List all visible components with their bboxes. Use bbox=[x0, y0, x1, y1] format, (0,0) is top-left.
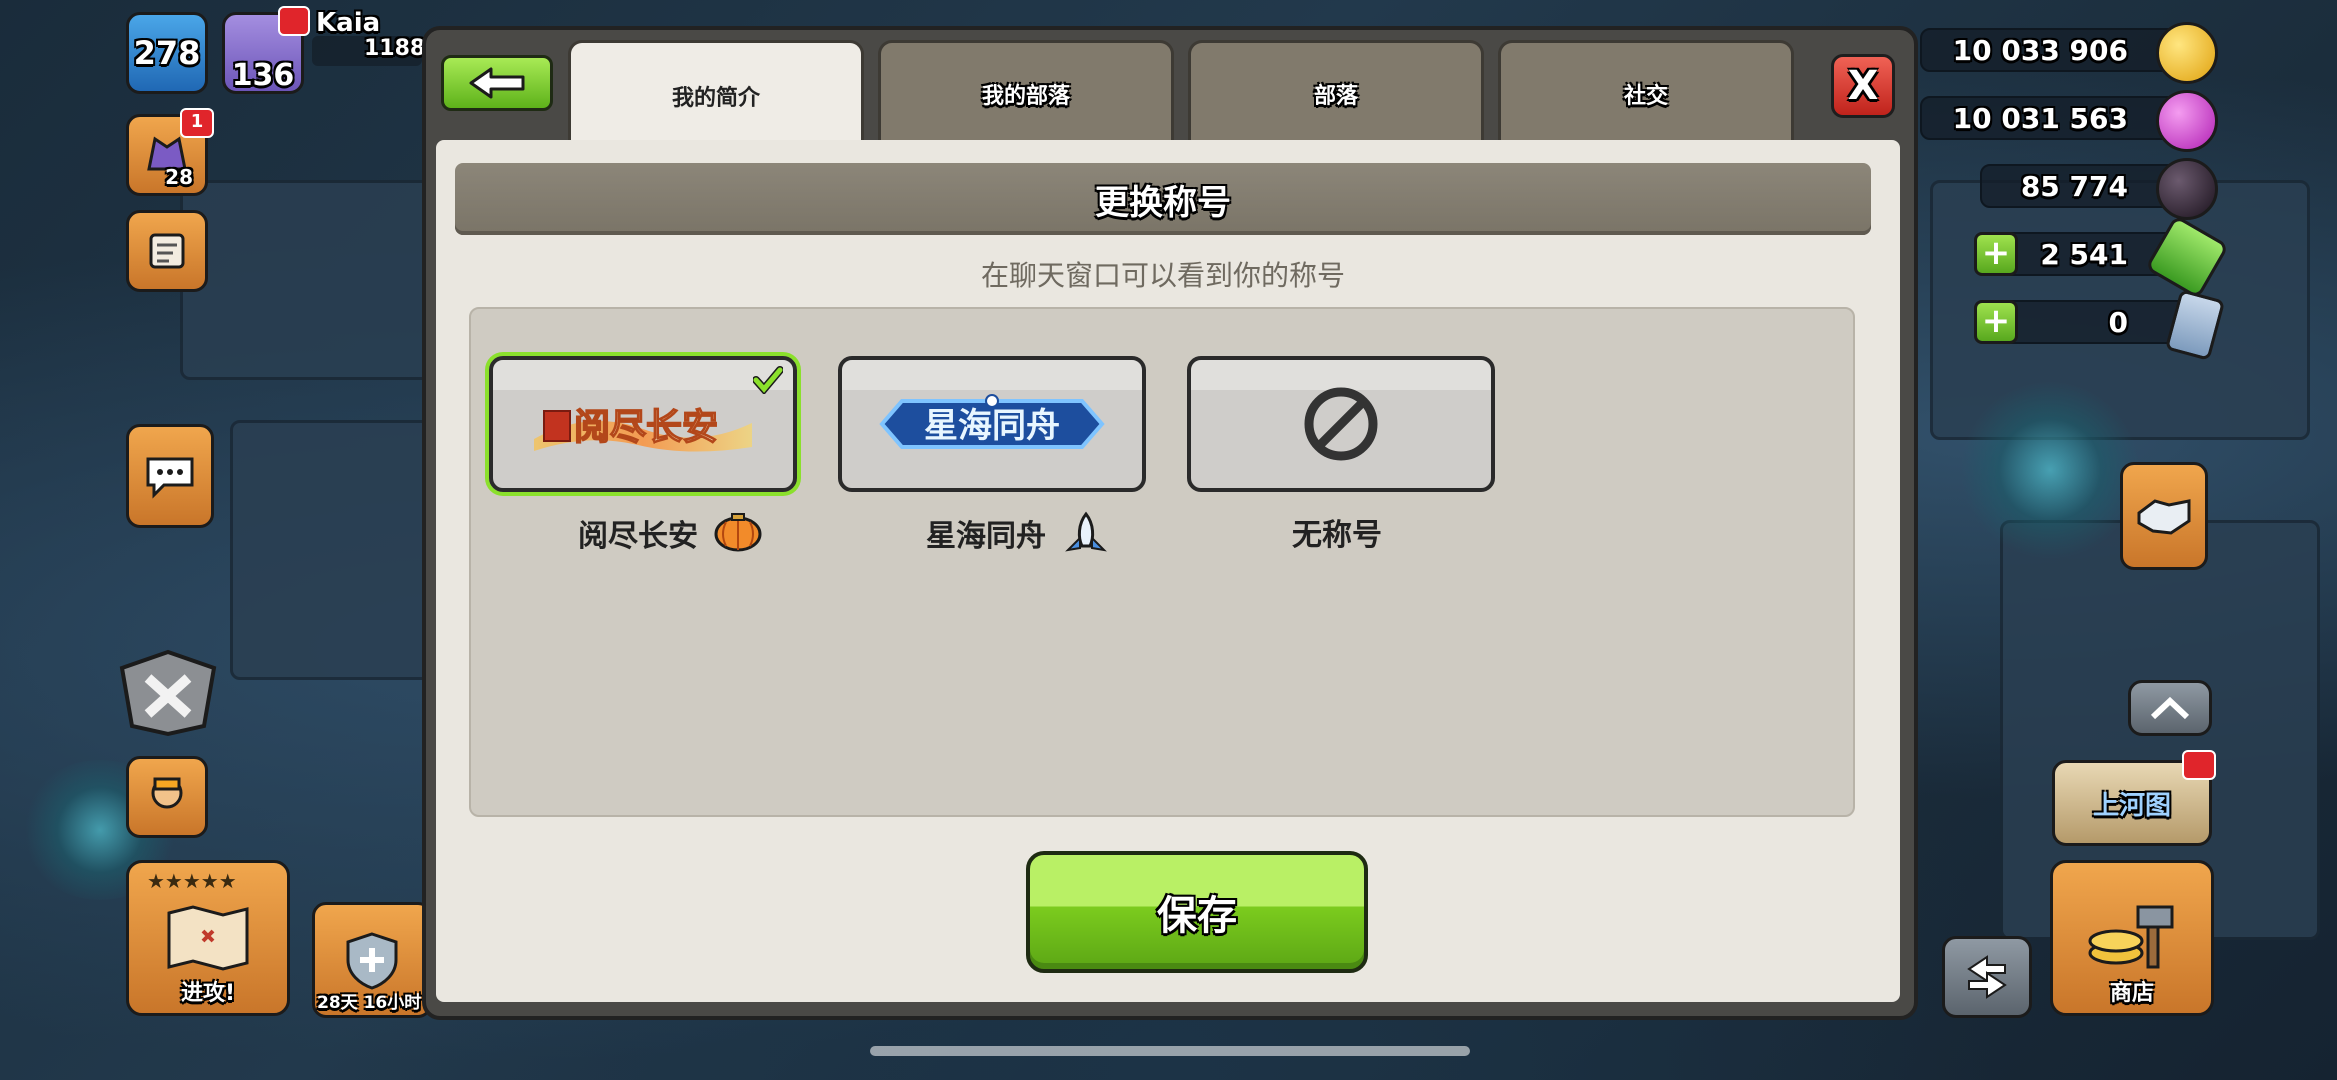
back-button[interactable] bbox=[441, 55, 553, 111]
title-label-xinghai-tongzhou: 星海同舟 bbox=[926, 510, 1112, 556]
builder-icon bbox=[151, 777, 183, 809]
save-label: 保存 bbox=[1157, 893, 1237, 939]
banner-text: 阅尽长安 bbox=[574, 406, 718, 448]
add-tickets-button[interactable]: + bbox=[1974, 300, 2018, 344]
arrow-left-icon bbox=[469, 67, 525, 99]
shield-timer: 28天 16小时 bbox=[317, 993, 422, 1013]
dark-elixir-bar: 85 774 bbox=[1980, 158, 2218, 220]
switch-village-button[interactable] bbox=[1942, 936, 2032, 1018]
elixir-amount: 10 031 563 bbox=[1952, 102, 2128, 135]
expand-arrow-button[interactable] bbox=[2128, 680, 2212, 736]
shop-label: 商店 bbox=[2109, 981, 2154, 1006]
quest-log-button[interactable] bbox=[126, 210, 208, 292]
section-subtitle: 在聊天窗口可以看到你的称号 bbox=[980, 259, 1345, 292]
notification-count: 1 bbox=[190, 111, 204, 132]
title-label-none: 无称号 bbox=[1292, 510, 1382, 554]
player-name: Kaia bbox=[316, 8, 381, 38]
title-name: 无称号 bbox=[1292, 518, 1382, 553]
background-glow bbox=[1960, 380, 2140, 560]
add-gems-button[interactable]: + bbox=[1974, 232, 2018, 276]
shield-button[interactable]: 28天 16小时 bbox=[312, 902, 432, 1018]
player-level-badge[interactable]: 278 bbox=[126, 12, 208, 94]
tab-my-profile[interactable]: 我的简介 bbox=[568, 40, 864, 148]
gold-amount: 10 033 906 bbox=[1952, 34, 2128, 67]
gems-amount: 2 541 bbox=[2040, 238, 2128, 271]
attack-label: 进攻! bbox=[180, 981, 236, 1006]
chat-button[interactable] bbox=[126, 424, 214, 528]
builder-button[interactable] bbox=[126, 756, 208, 838]
background-structure bbox=[180, 180, 440, 380]
dark-elixir-drop-icon bbox=[2156, 158, 2218, 220]
tickets-bar: + 0 bbox=[1974, 289, 2226, 361]
tickets-amount: 0 bbox=[2108, 306, 2128, 339]
player-score: 1188 bbox=[364, 36, 426, 61]
close-icon: X bbox=[1847, 63, 1879, 109]
title-banner-xinghai-tongzhou: 星海同舟 bbox=[879, 394, 1105, 449]
scroll-icon bbox=[149, 233, 185, 269]
dark-elixir-amount: 85 774 bbox=[2020, 170, 2128, 203]
tab-label: 我的部落 bbox=[981, 83, 1070, 109]
home-indicator[interactable] bbox=[870, 1046, 1470, 1056]
title-label-yuejin-changan: 阅尽长安 bbox=[578, 510, 764, 556]
section-title: 更换称号 bbox=[1095, 182, 1231, 223]
title-card-none[interactable] bbox=[1187, 356, 1495, 492]
tab-label: 我的简介 bbox=[671, 85, 760, 111]
tab-clans[interactable]: 部落 bbox=[1188, 40, 1484, 144]
crossed-swords-icon bbox=[119, 649, 217, 737]
gems-bar: + 2 541 bbox=[1974, 214, 2230, 300]
swap-arrows-icon bbox=[1967, 955, 2007, 999]
close-button[interactable]: X bbox=[1831, 54, 1895, 118]
title-banner-yuejin-changan: 阅尽长安 bbox=[534, 405, 752, 452]
notification-badge bbox=[2182, 750, 2216, 780]
elixir-drop-icon bbox=[2156, 90, 2218, 152]
shield-icon bbox=[346, 932, 398, 990]
save-button[interactable]: 保存 bbox=[1026, 851, 1368, 973]
handshake-icon bbox=[2137, 499, 2191, 535]
notification-badge bbox=[278, 6, 310, 36]
battle-log-button[interactable] bbox=[112, 648, 224, 738]
map-icon bbox=[167, 905, 249, 971]
shop-button[interactable]: 商店 bbox=[2050, 860, 2214, 1016]
event-label: 上河图 bbox=[2092, 790, 2171, 821]
chevron-up-icon bbox=[2150, 696, 2190, 720]
gold-coin-icon bbox=[2156, 22, 2218, 84]
attack-button[interactable]: ★★★★★ 进攻! bbox=[126, 860, 290, 1016]
title-card-yuejin-changan[interactable]: 阅尽长安 bbox=[489, 356, 797, 492]
chat-bubble-icon bbox=[146, 457, 194, 499]
lantern-icon bbox=[714, 513, 762, 552]
friends-button[interactable] bbox=[2120, 462, 2208, 570]
player-score-bar: 1188 bbox=[312, 36, 426, 66]
tab-social[interactable]: 社交 bbox=[1498, 40, 1794, 144]
hammer-coins-icon bbox=[2088, 905, 2174, 969]
title-card-xinghai-tongzhou[interactable]: 星海同舟 bbox=[838, 356, 1146, 492]
title-name: 阅尽长安 bbox=[578, 519, 698, 554]
background-cannon bbox=[230, 420, 450, 680]
rocket-icon bbox=[1065, 511, 1107, 552]
title-name: 星海同舟 bbox=[926, 519, 1046, 554]
player-level: 278 bbox=[133, 34, 201, 72]
no-symbol-icon bbox=[1304, 387, 1378, 461]
elixir-bar: 10 031 563 bbox=[1920, 90, 2218, 152]
clan-level: 28 bbox=[165, 165, 193, 189]
section-header: 更换称号 bbox=[455, 163, 1871, 235]
star-rating: ★★★★★ bbox=[147, 869, 237, 893]
trophy-count: 136 bbox=[231, 57, 295, 93]
tab-label: 社交 bbox=[1623, 83, 1668, 109]
tab-label: 部落 bbox=[1313, 83, 1358, 109]
banner-text: 星海同舟 bbox=[924, 406, 1060, 446]
checkmark-icon bbox=[753, 366, 783, 394]
notification-badge: 1 bbox=[180, 108, 214, 138]
tab-my-clan[interactable]: 我的部落 bbox=[878, 40, 1174, 144]
gold-bar: 10 033 906 bbox=[1920, 22, 2218, 84]
